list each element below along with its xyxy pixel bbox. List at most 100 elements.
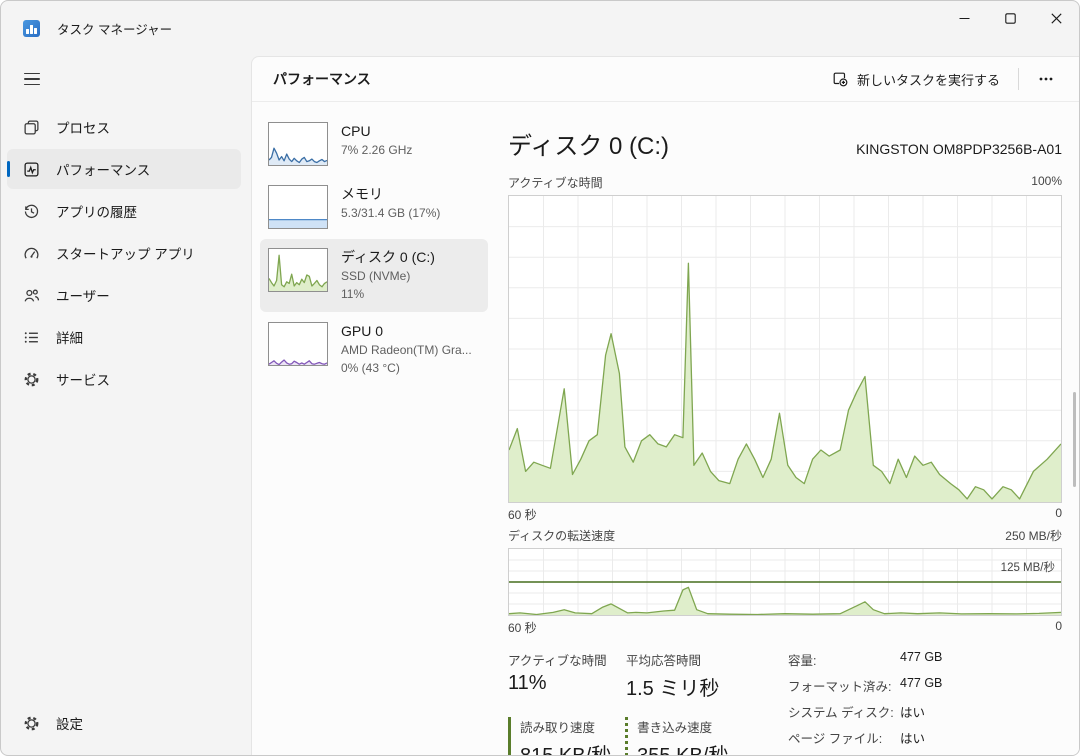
read-speed-value: 815 KB/秒 — [520, 739, 611, 756]
sidebar-item-startup-apps[interactable]: スタートアップ アプリ — [7, 233, 241, 273]
disk-detail-panel: ディスク 0 (C:) KINGSTON OM8PDP3256B-A01 アクテ… — [496, 112, 1080, 756]
startup-apps-icon — [23, 245, 40, 262]
sidebar-item-users[interactable]: ユーザー — [7, 275, 241, 315]
device-title: CPU — [341, 122, 412, 141]
disk-thumbnail-chart — [268, 248, 328, 292]
property-value: 477 GB — [900, 676, 972, 695]
transfer-rate-x-right: 0 — [1055, 619, 1062, 636]
device-title: メモリ — [341, 185, 440, 204]
read-speed-label: 読み取り速度 — [520, 717, 611, 736]
property-label: フォーマット済み: — [788, 676, 896, 695]
read-speed-block: 読み取り速度 815 KB/秒 — [508, 717, 611, 756]
property-label: システム ディスク: — [788, 702, 896, 721]
sidebar-item-services[interactable]: サービス — [7, 359, 241, 399]
close-button[interactable] — [1033, 1, 1079, 35]
minimize-button[interactable] — [941, 1, 987, 35]
processes-icon — [23, 119, 40, 136]
app-history-icon — [23, 203, 40, 220]
transfer-rate-x-left: 60 秒 — [508, 619, 537, 636]
memory-thumbnail-chart — [268, 185, 328, 229]
sidebar: プロセス パフォーマンス アプリの履歴 — [1, 56, 251, 755]
device-title: GPU 0 — [341, 322, 472, 341]
run-new-task-icon — [832, 71, 848, 87]
sidebar-item-app-history[interactable]: アプリの履歴 — [7, 191, 241, 231]
users-icon — [23, 287, 40, 304]
sidebar-item-label: ユーザー — [56, 285, 110, 305]
navigation-menu-button[interactable] — [15, 62, 53, 96]
device-item-gpu0[interactable]: GPU 0 AMD Radeon(TM) Gra... 0% (43 °C) — [260, 313, 488, 386]
run-new-task-button[interactable]: 新しいタスクを実行する — [822, 63, 1010, 96]
property-label: ページ ファイル: — [788, 728, 896, 747]
device-sub: 5.3/31.4 GB (17%) — [341, 204, 440, 222]
sidebar-item-processes[interactable]: プロセス — [7, 107, 241, 147]
device-sub: 7% 2.26 GHz — [341, 141, 412, 159]
disk-model-name: KINGSTON OM8PDP3256B-A01 — [856, 141, 1062, 157]
sidebar-item-label: 設定 — [56, 713, 83, 733]
device-sub: AMD Radeon(TM) Gra... — [341, 341, 472, 359]
active-time-stat-value: 11% — [508, 672, 626, 695]
device-item-memory[interactable]: メモリ 5.3/31.4 GB (17%) — [260, 176, 488, 238]
device-sub2: 11% — [341, 285, 435, 303]
performance-icon — [23, 161, 40, 178]
device-sub2: 0% (43 °C) — [341, 359, 472, 377]
device-title: ディスク 0 (C:) — [341, 248, 435, 267]
vertical-scrollbar[interactable] — [1073, 392, 1076, 487]
sidebar-item-label: プロセス — [56, 117, 110, 137]
sidebar-item-label: アプリの履歴 — [56, 201, 137, 221]
sidebar-item-label: 詳細 — [56, 327, 83, 347]
cpu-thumbnail-chart — [268, 122, 328, 166]
active-time-x-left: 60 秒 — [508, 506, 537, 523]
sidebar-item-label: パフォーマンス — [56, 159, 150, 179]
content-card: パフォーマンス 新しいタスクを実行する — [251, 56, 1079, 755]
window-title: タスク マネージャー — [57, 19, 172, 38]
sidebar-item-label: サービス — [56, 369, 110, 389]
transfer-rate-chart-label: ディスクの転送速度 — [508, 527, 615, 544]
sidebar-item-performance[interactable]: パフォーマンス — [7, 149, 241, 189]
active-time-chart-label: アクティブな時間 — [508, 174, 603, 191]
active-time-max-label: 100% — [1031, 174, 1062, 191]
card-header: パフォーマンス 新しいタスクを実行する — [252, 57, 1079, 102]
sidebar-item-details[interactable]: 詳細 — [7, 317, 241, 357]
details-icon — [23, 329, 40, 346]
transfer-rate-mid-label: 125 MB/秒 — [1001, 563, 1055, 575]
gpu-thumbnail-chart — [268, 322, 328, 366]
performance-body: CPU 7% 2.26 GHz メモリ 5.3/31.4 GB (17%) ディ… — [252, 102, 1079, 756]
sidebar-spacer — [1, 400, 251, 702]
header-divider — [1018, 68, 1019, 90]
device-list: CPU 7% 2.26 GHz メモリ 5.3/31.4 GB (17%) ディ… — [260, 112, 496, 756]
maximize-button[interactable] — [987, 1, 1033, 35]
sidebar-item-settings[interactable]: 設定 — [7, 703, 241, 743]
device-sub: SSD (NVMe) — [341, 267, 435, 285]
property-value: 477 GB — [900, 650, 972, 669]
active-time-x-right: 0 — [1055, 506, 1062, 523]
titlebar: タスク マネージャー — [1, 1, 1079, 56]
page-title: パフォーマンス — [273, 69, 371, 89]
active-time-chart — [508, 195, 1062, 503]
minimize-icon — [959, 13, 970, 24]
settings-gear-icon — [23, 715, 40, 732]
property-label: 容量: — [788, 650, 896, 669]
write-speed-value: 355 KB/秒 — [637, 739, 728, 756]
ellipsis-icon — [1039, 77, 1053, 81]
maximize-icon — [1005, 13, 1016, 24]
avg-response-stat-label: 平均応答時間 — [626, 650, 756, 669]
avg-response-stat-value: 1.5 ミリ秒 — [626, 672, 756, 701]
write-speed-label: 書き込み速度 — [637, 717, 728, 736]
header-actions: 新しいタスクを実行する — [822, 63, 1065, 96]
disk-stats: アクティブな時間 11% 平均応答時間 1.5 ミリ秒 読み取り速度 — [508, 650, 1062, 756]
run-new-task-label: 新しいタスクを実行する — [857, 70, 1000, 89]
write-speed-block: 書き込み速度 355 KB/秒 — [625, 717, 728, 756]
task-manager-app-icon — [23, 20, 40, 37]
disk-title: ディスク 0 (C:) — [508, 126, 669, 161]
window-controls — [941, 1, 1079, 35]
transfer-rate-max-label: 250 MB/秒 — [1005, 527, 1062, 544]
transfer-rate-chart: 125 MB/秒 — [508, 548, 1062, 616]
sidebar-item-label: スタートアップ アプリ — [56, 243, 195, 263]
more-options-button[interactable] — [1027, 69, 1065, 89]
property-value: はい — [900, 728, 972, 747]
device-item-disk0[interactable]: ディスク 0 (C:) SSD (NVMe) 11% — [260, 239, 488, 312]
services-icon — [23, 371, 40, 388]
device-item-cpu[interactable]: CPU 7% 2.26 GHz — [260, 113, 488, 175]
close-icon — [1051, 13, 1062, 24]
disk-properties: 容量:477 GB フォーマット済み:477 GB システム ディスク:はい ペ… — [788, 650, 972, 756]
